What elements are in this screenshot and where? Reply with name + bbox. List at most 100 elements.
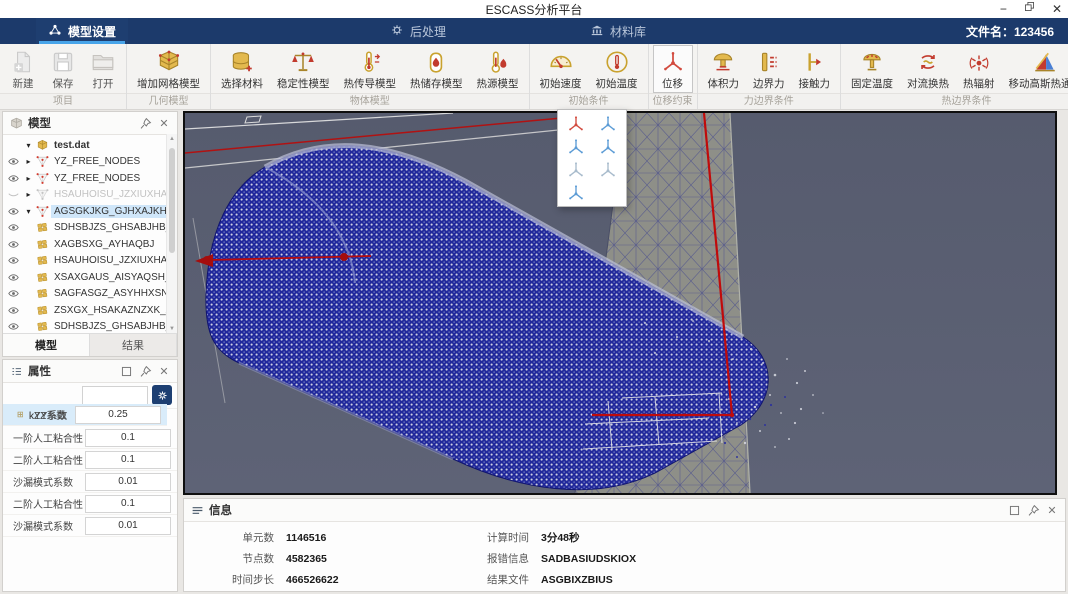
info-panel: 信息 ✕ 单元数1146516节点数4582365时间步长466526622计算…: [183, 498, 1066, 592]
eye-icon[interactable]: [3, 305, 23, 316]
property-input[interactable]: 0.1: [85, 429, 171, 447]
scrollbar-thumb[interactable]: [169, 148, 175, 253]
panel-tab-模型[interactable]: 模型: [3, 334, 90, 356]
close-icon[interactable]: ✕: [157, 116, 171, 130]
tab-icon: [590, 23, 604, 40]
toolbar-button-接触力[interactable]: 接触力: [792, 45, 838, 93]
eye-icon[interactable]: [3, 321, 23, 332]
eye-icon[interactable]: [3, 206, 23, 217]
eye-icon[interactable]: [3, 255, 23, 266]
info-label: 时间步长: [212, 572, 274, 587]
material-db-icon: [229, 48, 255, 76]
tab-模型设置[interactable]: 模型设置: [36, 18, 128, 44]
toolbar-button-体积力[interactable]: 体积力: [701, 45, 747, 93]
model-panel-icon: [9, 116, 23, 130]
expander-icon[interactable]: ▾: [23, 207, 34, 216]
tree-item[interactable]: HSAUHOISU_JZXIUXHAHX: [3, 253, 167, 270]
toolbar-button-打开[interactable]: 打开: [83, 45, 123, 93]
scroll-up-icon[interactable]: ▲: [167, 134, 177, 144]
toolbar-button-选择材料[interactable]: 选择材料: [214, 45, 270, 93]
tree-item-label: AGSGKJKG_GJHXAJKHXA: [51, 205, 167, 218]
maximize-icon[interactable]: [119, 364, 133, 378]
toolbar-button-边界力[interactable]: 边界力: [746, 45, 792, 93]
triad-xz-blue-icon[interactable]: [592, 136, 624, 158]
property-input[interactable]: 0.1: [85, 451, 171, 469]
toolbar-button-初始速度[interactable]: 初始速度: [533, 45, 589, 93]
property-input[interactable]: 0.01: [85, 473, 171, 491]
toolbar-group-label: 项目: [0, 93, 126, 109]
info-label: 结果文件: [467, 572, 529, 587]
property-input[interactable]: 0.01: [85, 517, 171, 535]
restore-icon[interactable]: [1023, 0, 1036, 18]
property-input[interactable]: 0.25: [75, 406, 161, 424]
info-field-计算时间: 计算时间3分48秒: [467, 527, 636, 548]
tree-item[interactable]: ▸HSAUHOISU_JZXIUXHAHX: [3, 187, 167, 204]
toolbar-button-移动高斯热通量[interactable]: 移动高斯热通量: [1002, 45, 1068, 93]
material-settings-button[interactable]: [152, 385, 172, 405]
toolbar-group-label: 初始条件: [530, 93, 648, 109]
toolbar-button-热源模型[interactable]: 热源模型: [470, 45, 526, 93]
tab-后处理[interactable]: 后处理: [378, 18, 458, 44]
info-value: 4582365: [286, 553, 327, 565]
expander-icon[interactable]: ▸: [23, 157, 34, 166]
property-input[interactable]: 0.1: [85, 495, 171, 513]
tree-item-label: test.dat: [51, 139, 93, 152]
expander-icon[interactable]: ▾: [23, 141, 34, 150]
close-icon[interactable]: ✕: [1052, 0, 1062, 18]
tab-材料库[interactable]: 材料库: [578, 18, 658, 44]
toolbar-button-位移[interactable]: 位移: [653, 45, 693, 93]
toolbar-button-热传导模型[interactable]: 热传导模型: [337, 45, 404, 93]
tab-label: 模型设置: [68, 23, 116, 40]
save-icon: [50, 48, 76, 76]
toolbar-button-保存[interactable]: 保存: [43, 45, 83, 93]
pin-icon[interactable]: [138, 364, 152, 378]
eye-icon[interactable]: [3, 156, 23, 167]
toolbar-button-对流换热[interactable]: 对流换热: [900, 45, 956, 93]
tree-item[interactable]: ▾ AGSGKJKG_GJHXAJKHXA: [3, 203, 167, 220]
property-label: 一阶人工粘合性: [13, 430, 85, 445]
tree-item[interactable]: SDHSBJZS_GHSABJHB_ZAHU: [3, 319, 167, 335]
triad-x-gray-icon[interactable]: [560, 159, 592, 181]
triad-xyz-blue-icon[interactable]: [592, 113, 624, 135]
eye-icon[interactable]: [3, 222, 23, 233]
toolbar-button-热辐射[interactable]: 热辐射: [956, 45, 1002, 93]
tree-item[interactable]: XSAXGAUS_AISYAQSH_ASHX: [3, 269, 167, 286]
expander-icon[interactable]: ▸: [23, 174, 34, 183]
eye-icon[interactable]: [3, 272, 23, 283]
triad-y-gray-icon[interactable]: [592, 159, 624, 181]
toolbar-button-新建[interactable]: 新建: [3, 45, 43, 93]
tree-item[interactable]: ▸YZ_FREE_NODES: [3, 170, 167, 187]
filename-label: 文件名：123456: [966, 18, 1068, 44]
minimize-icon[interactable]: −: [1000, 0, 1007, 18]
tree-item[interactable]: XAGBSXG_AYHAQBJ: [3, 236, 167, 253]
pin-icon[interactable]: [1026, 503, 1040, 517]
panel-tab-结果[interactable]: 结果: [90, 334, 177, 356]
toolbar-button-固定温度[interactable]: 固定温度: [844, 45, 900, 93]
material-name-input[interactable]: [82, 386, 148, 405]
triad-xyz-red-icon[interactable]: [560, 113, 592, 135]
close-icon[interactable]: ✕: [157, 364, 171, 378]
eye-icon[interactable]: [3, 288, 23, 299]
toolbar-button-热储存模型[interactable]: 热储存模型: [403, 45, 470, 93]
toolbar-button-增加网格模型[interactable]: 增加网格模型: [130, 45, 207, 93]
tree-item[interactable]: ZSXGX_HSAKAZNZXK_AHASX: [3, 302, 167, 319]
close-icon[interactable]: ✕: [1045, 503, 1059, 517]
tree-root-item[interactable]: ▾ test.dat: [3, 137, 167, 154]
expander-icon[interactable]: ▸: [23, 190, 34, 199]
info-column: 单元数1146516节点数4582365时间步长466526622: [212, 527, 467, 591]
maximize-icon[interactable]: [1007, 503, 1021, 517]
tree-item[interactable]: SDHSBJZS_GHSABJHB_ZAHU: [3, 220, 167, 237]
eye-closed-icon[interactable]: [3, 189, 23, 200]
toolbar-button-初始温度[interactable]: 初始温度: [589, 45, 645, 93]
triad-z-blue-icon[interactable]: [560, 182, 592, 204]
tree-scrollbar[interactable]: ▲ ▼: [166, 134, 177, 334]
toolbar-button-稳定性模型[interactable]: 稳定性模型: [270, 45, 337, 93]
pin-icon[interactable]: [138, 116, 152, 130]
eye-icon[interactable]: [3, 173, 23, 184]
property-label: 沙漏模式系数: [13, 518, 85, 533]
tree-item[interactable]: ▸YZ_FREE_NODES: [3, 154, 167, 171]
eye-icon[interactable]: [3, 239, 23, 250]
tree-item[interactable]: SAGFASGZ_ASYHHXSN: [3, 286, 167, 303]
property-label: 二阶人工粘合性: [13, 496, 85, 511]
triad-xy-blue-icon[interactable]: [560, 136, 592, 158]
